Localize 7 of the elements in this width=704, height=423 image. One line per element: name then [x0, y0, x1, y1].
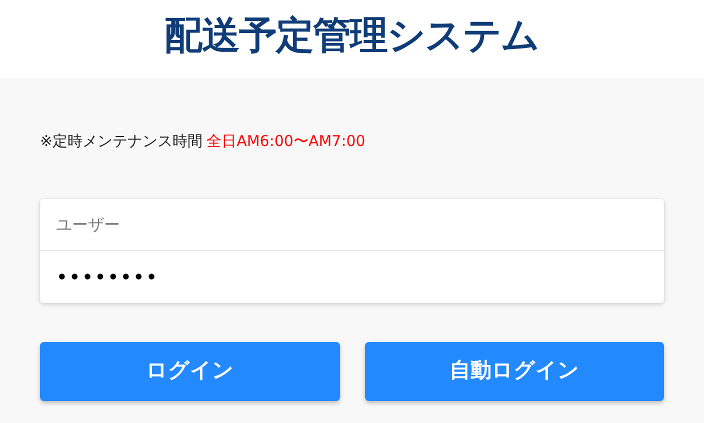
password-field[interactable]: •••••••• — [40, 250, 664, 302]
username-field[interactable]: ユーザー — [40, 198, 664, 250]
app-title: 配送予定管理システム — [164, 16, 540, 54]
login-button[interactable]: ログイン — [40, 342, 340, 400]
auto-login-button[interactable]: 自動ログイン — [364, 342, 664, 400]
maintenance-label: ※定時メンテナンス時間 — [40, 131, 203, 152]
maintenance-time: 全日AM6:00〜AM7:00 — [206, 131, 366, 152]
